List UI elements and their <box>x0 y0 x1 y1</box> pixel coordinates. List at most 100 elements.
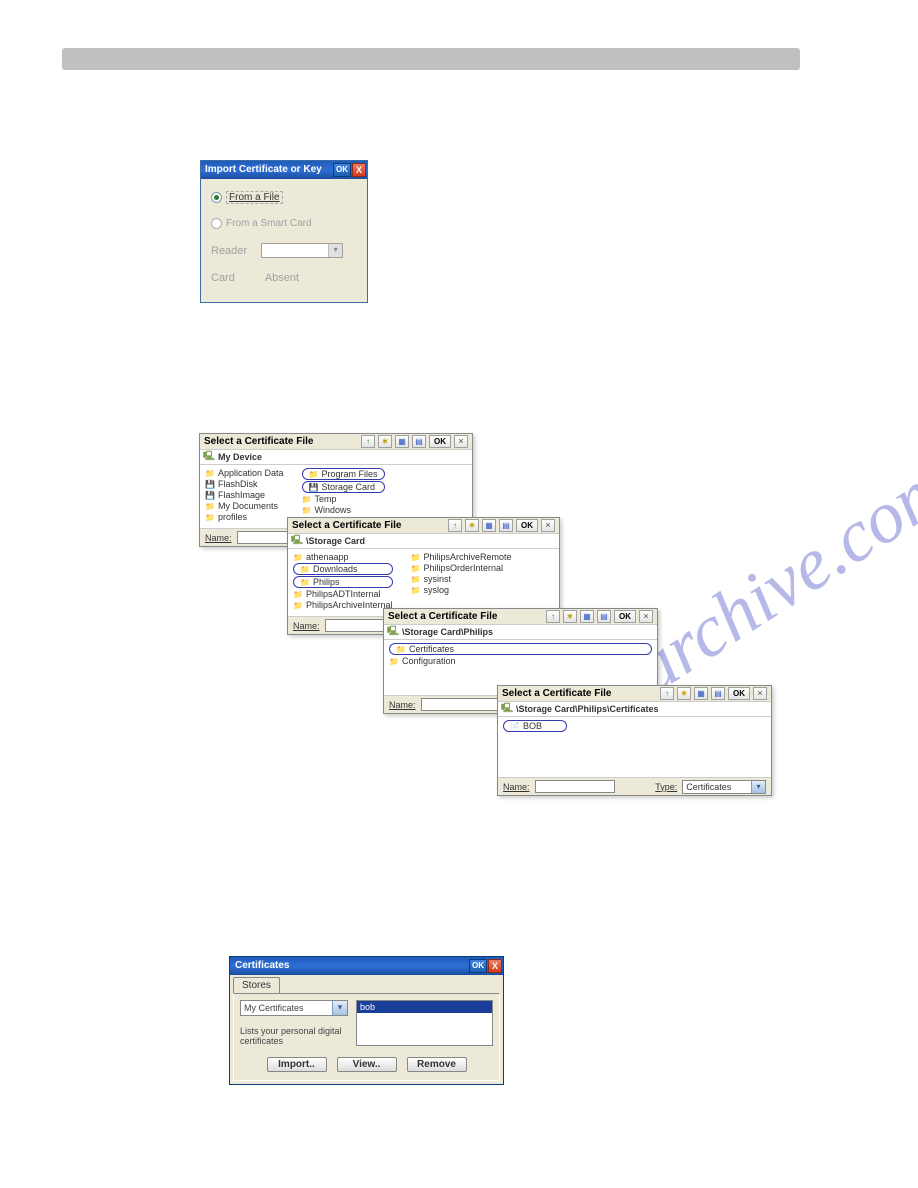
folder-storage-card[interactable]: Storage Card <box>302 481 385 493</box>
folder-item[interactable]: My Documents <box>205 501 284 511</box>
folder-item[interactable]: Windows <box>302 505 385 515</box>
folder-program-files[interactable]: Program Files <box>302 468 385 480</box>
type-value: Certificates <box>686 782 731 792</box>
folder-icon <box>302 505 312 515</box>
import-button[interactable]: Import.. <box>267 1057 327 1072</box>
folder-item[interactable]: PhilipsArchiveInternal <box>293 600 393 610</box>
folder-item[interactable]: PhilipsOrderInternal <box>411 563 512 573</box>
up-folder-icon[interactable]: ↑ <box>361 435 375 448</box>
new-folder-icon[interactable]: ✶ <box>677 687 691 700</box>
header-bar <box>62 48 800 70</box>
card-status: Absent <box>265 272 299 284</box>
path-text: My Device <box>218 452 262 462</box>
close-button[interactable]: × <box>454 435 468 448</box>
view-icon[interactable]: ▦ <box>482 519 496 532</box>
ok-button[interactable]: OK <box>728 687 750 700</box>
path-text: \Storage Card <box>306 536 365 546</box>
folder-item[interactable]: syslog <box>411 585 512 595</box>
folder-philips[interactable]: Philips <box>293 576 393 588</box>
drive-icon: 🖳 <box>387 624 399 640</box>
certificate-list[interactable]: bob <box>356 1000 493 1046</box>
store-dropdown[interactable]: My Certificates ▾ <box>240 1000 348 1016</box>
from-file-label: From a File <box>226 191 283 204</box>
from-file-radio[interactable]: From a File <box>211 191 357 204</box>
radio-unselected-icon <box>211 218 222 229</box>
close-button[interactable]: X <box>488 959 502 973</box>
from-smartcard-radio[interactable]: From a Smart Card <box>211 218 357 229</box>
folder-item[interactable]: Configuration <box>389 656 652 666</box>
drive-icon: 🖳 <box>291 533 303 549</box>
list-icon[interactable]: ▤ <box>711 687 725 700</box>
list-icon[interactable]: ▤ <box>597 610 611 623</box>
ok-button[interactable]: OK <box>469 959 487 973</box>
from-smartcard-label: From a Smart Card <box>226 218 312 229</box>
new-folder-icon[interactable]: ✶ <box>465 519 479 532</box>
chevron-down-icon: ▾ <box>328 244 342 257</box>
certificate-item-selected[interactable]: bob <box>357 1001 492 1013</box>
remove-button[interactable]: Remove <box>407 1057 467 1072</box>
close-button[interactable]: X <box>352 163 366 177</box>
name-label: Name: <box>389 700 416 710</box>
folder-icon <box>411 574 421 584</box>
type-dropdown[interactable]: Certificates ▾ <box>682 780 766 794</box>
folder-item[interactable]: athenaapp <box>293 552 393 562</box>
up-folder-icon[interactable]: ↑ <box>660 687 674 700</box>
view-icon[interactable]: ▦ <box>580 610 594 623</box>
ok-button[interactable]: OK <box>614 610 636 623</box>
folder-icon <box>205 468 215 478</box>
certificates-dialog: Certificates OK X Stores My Certificates… <box>229 956 504 1085</box>
view-icon[interactable]: ▦ <box>395 435 409 448</box>
store-helptext: Lists your personal digital certificates <box>240 1026 350 1047</box>
dialog-title: Select a Certificate File <box>502 688 612 699</box>
path-text: \Storage Card\Philips\Certificates <box>516 704 659 714</box>
close-button[interactable]: × <box>639 610 653 623</box>
up-folder-icon[interactable]: ↑ <box>546 610 560 623</box>
folder-item[interactable]: Application Data <box>205 468 284 478</box>
folder-item[interactable]: PhilipsArchiveRemote <box>411 552 512 562</box>
folder-icon <box>293 552 303 562</box>
ok-button[interactable]: OK <box>516 519 538 532</box>
up-folder-icon[interactable]: ↑ <box>448 519 462 532</box>
folder-item[interactable]: sysinst <box>411 574 512 584</box>
dialog-titlebar: Certificates OK X <box>230 957 503 975</box>
folder-icon <box>300 577 310 587</box>
name-input[interactable] <box>535 780 616 793</box>
folder-icon <box>205 512 215 522</box>
type-label: Type: <box>655 782 677 792</box>
tab-stores[interactable]: Stores <box>233 977 280 993</box>
radio-selected-icon <box>211 192 222 203</box>
file-chooser-certificates: Select a Certificate File ↑ ✶ ▦ ▤ OK × 🖳… <box>497 685 772 796</box>
folder-icon <box>411 552 421 562</box>
folder-certificates[interactable]: Certificates <box>389 643 652 655</box>
ok-button[interactable]: OK <box>333 163 351 177</box>
ok-button[interactable]: OK <box>429 435 451 448</box>
view-button[interactable]: View.. <box>337 1057 397 1072</box>
import-certificate-dialog: Import Certificate or Key OK X From a Fi… <box>200 160 368 303</box>
drive-icon: 🖳 <box>203 449 215 465</box>
dialog-titlebar: Import Certificate or Key OK X <box>201 161 367 179</box>
list-icon[interactable]: ▤ <box>499 519 513 532</box>
drive-icon <box>205 479 215 489</box>
folder-item[interactable]: Temp <box>302 494 385 504</box>
dialog-title: Select a Certificate File <box>204 436 314 447</box>
folder-downloads[interactable]: Downloads <box>293 563 393 575</box>
path-bar: 🖳 My Device <box>200 450 472 465</box>
cert-file-bob[interactable]: BOB <box>503 720 567 732</box>
folder-item[interactable]: FlashImage <box>205 490 284 500</box>
folder-item[interactable]: PhilipsADTInternal <box>293 589 393 599</box>
list-icon[interactable]: ▤ <box>412 435 426 448</box>
chevron-down-icon: ▾ <box>332 1001 347 1015</box>
new-folder-icon[interactable]: ✶ <box>378 435 392 448</box>
view-icon[interactable]: ▦ <box>694 687 708 700</box>
new-folder-icon[interactable]: ✶ <box>563 610 577 623</box>
folder-icon <box>389 656 399 666</box>
folder-item[interactable]: profiles <box>205 512 284 522</box>
reader-dropdown[interactable]: ▾ <box>261 243 343 258</box>
path-bar: 🖳 \Storage Card <box>288 534 559 549</box>
dialog-title: Certificates <box>235 957 289 975</box>
folder-icon <box>293 600 303 610</box>
folder-item[interactable]: FlashDisk <box>205 479 284 489</box>
close-button[interactable]: × <box>753 687 767 700</box>
close-button[interactable]: × <box>541 519 555 532</box>
drive-icon <box>309 482 319 492</box>
